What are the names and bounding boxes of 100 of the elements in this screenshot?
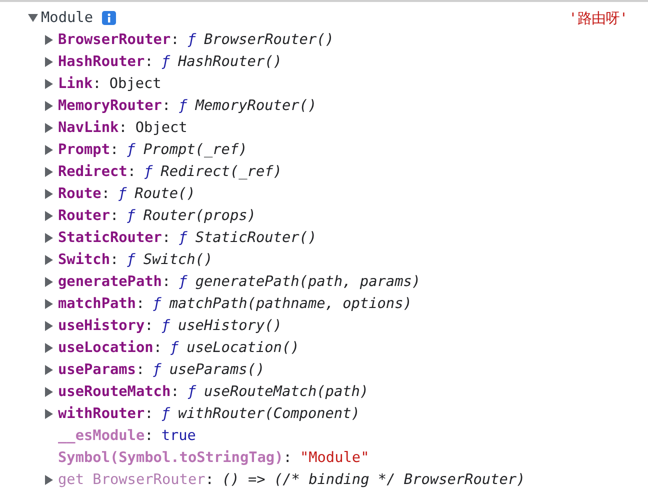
property-key: Switch bbox=[58, 252, 110, 268]
function-marker: ƒ bbox=[126, 142, 136, 158]
property-key: BrowserRouter bbox=[58, 32, 171, 48]
expand-triangle-icon[interactable] bbox=[45, 475, 53, 485]
expand-triangle-icon[interactable] bbox=[45, 123, 53, 133]
expand-triangle-icon[interactable] bbox=[45, 101, 53, 111]
property-value: Route() bbox=[134, 186, 196, 202]
colon: : bbox=[170, 384, 180, 400]
property-key: useLocation bbox=[58, 340, 154, 356]
property-value: () => (/* binding */ BrowserRouter) bbox=[222, 472, 526, 488]
function-marker: ƒ bbox=[118, 186, 127, 202]
property-key: NavLink bbox=[58, 120, 119, 136]
property-value: useRouteMatch(path) bbox=[204, 384, 369, 400]
property-value: useHistory() bbox=[178, 318, 282, 334]
expand-triangle-icon[interactable] bbox=[45, 167, 53, 177]
function-marker: ƒ bbox=[187, 384, 196, 400]
function-marker: ƒ bbox=[126, 208, 136, 224]
expand-triangle-icon[interactable] bbox=[45, 35, 53, 45]
expand-triangle-icon[interactable] bbox=[45, 233, 53, 243]
colon: : bbox=[110, 252, 119, 268]
logged-string: '路由呀' bbox=[568, 10, 628, 28]
expand-triangle-icon[interactable] bbox=[45, 277, 53, 287]
info-icon[interactable] bbox=[102, 11, 116, 25]
property-value: MemoryRouter() bbox=[195, 98, 317, 114]
property-key: generatePath bbox=[58, 274, 162, 290]
property-value: useLocation() bbox=[186, 340, 300, 356]
property-value: Prompt(_ref) bbox=[143, 142, 248, 158]
expand-triangle-icon[interactable] bbox=[45, 255, 53, 265]
function-marker: ƒ bbox=[178, 98, 188, 114]
function-marker: ƒ bbox=[178, 274, 188, 290]
colon: : bbox=[205, 472, 214, 488]
colon: : bbox=[162, 98, 171, 114]
colon: : bbox=[153, 340, 162, 356]
expand-triangle-icon[interactable] bbox=[45, 343, 53, 353]
property-key: get BrowserRouter bbox=[58, 472, 206, 488]
object-label: Module bbox=[41, 10, 93, 26]
expand-triangle-icon[interactable] bbox=[45, 79, 53, 89]
colon: : bbox=[162, 274, 171, 290]
colon: : bbox=[110, 142, 119, 158]
function-marker: ƒ bbox=[161, 54, 170, 70]
function-marker: ƒ bbox=[178, 230, 188, 246]
property-value: Redirect(_ref) bbox=[160, 164, 282, 180]
expand-triangle-icon[interactable] bbox=[45, 387, 53, 397]
colon: : bbox=[283, 450, 292, 466]
property-key: useHistory bbox=[58, 318, 145, 334]
property-key: useRouteMatch bbox=[58, 384, 171, 400]
expand-triangle-icon[interactable] bbox=[45, 299, 53, 309]
colon: : bbox=[136, 296, 145, 312]
property-key: useParams bbox=[58, 362, 136, 378]
property-value: matchPath(pathname, options) bbox=[169, 296, 412, 312]
colon: : bbox=[127, 164, 136, 180]
property-value: withRouter(Component) bbox=[178, 406, 360, 422]
colon: : bbox=[170, 32, 180, 48]
property-key: __esModule bbox=[58, 428, 145, 444]
property-value: Object bbox=[109, 76, 162, 92]
property-key: Prompt bbox=[58, 142, 110, 158]
property-value: Router(props) bbox=[143, 208, 256, 224]
property-key: StaticRouter bbox=[58, 230, 162, 246]
function-marker: ƒ bbox=[144, 164, 153, 180]
function-marker: ƒ bbox=[170, 340, 179, 356]
property-value: Object bbox=[135, 120, 188, 136]
colon: : bbox=[118, 120, 128, 136]
property-key: Router bbox=[58, 208, 110, 224]
colon: : bbox=[136, 362, 145, 378]
property-value: StaticRouter() bbox=[195, 230, 317, 246]
property-key: HashRouter bbox=[58, 54, 145, 70]
expand-triangle-icon[interactable] bbox=[45, 189, 53, 199]
expand-triangle-icon[interactable] bbox=[28, 14, 38, 22]
function-marker: ƒ bbox=[152, 296, 162, 312]
expand-triangle-icon[interactable] bbox=[45, 321, 53, 331]
function-marker: ƒ bbox=[152, 362, 162, 378]
function-marker: ƒ bbox=[126, 252, 136, 268]
expand-triangle-icon[interactable] bbox=[45, 365, 53, 375]
property-value: BrowserRouter() bbox=[204, 32, 334, 48]
property-key: Route bbox=[58, 186, 102, 202]
colon: : bbox=[144, 318, 154, 334]
property-key: withRouter bbox=[58, 406, 145, 422]
expand-triangle-icon[interactable] bbox=[45, 409, 53, 419]
colon: : bbox=[162, 230, 171, 246]
property-value: Switch() bbox=[143, 252, 213, 268]
property-key: Redirect bbox=[58, 164, 128, 180]
expand-triangle-icon[interactable] bbox=[45, 57, 53, 67]
property-key: Symbol(Symbol.toStringTag) bbox=[58, 450, 284, 466]
property-value: generatePath(path, params) bbox=[195, 274, 421, 290]
colon: : bbox=[144, 54, 154, 70]
colon: : bbox=[144, 428, 154, 444]
function-marker: ƒ bbox=[187, 32, 196, 48]
property-value: true bbox=[161, 428, 196, 444]
colon: : bbox=[92, 76, 102, 92]
property-value: "Module" bbox=[300, 450, 370, 466]
property-key: MemoryRouter bbox=[58, 98, 162, 114]
expand-triangle-icon[interactable] bbox=[45, 145, 53, 155]
colon: : bbox=[101, 186, 110, 202]
colon: : bbox=[144, 406, 154, 422]
property-value: useParams() bbox=[169, 362, 265, 378]
property-value: HashRouter() bbox=[178, 54, 282, 70]
property-key: Link bbox=[58, 76, 93, 92]
colon: : bbox=[110, 208, 119, 224]
function-marker: ƒ bbox=[161, 406, 170, 422]
expand-triangle-icon[interactable] bbox=[45, 211, 53, 221]
